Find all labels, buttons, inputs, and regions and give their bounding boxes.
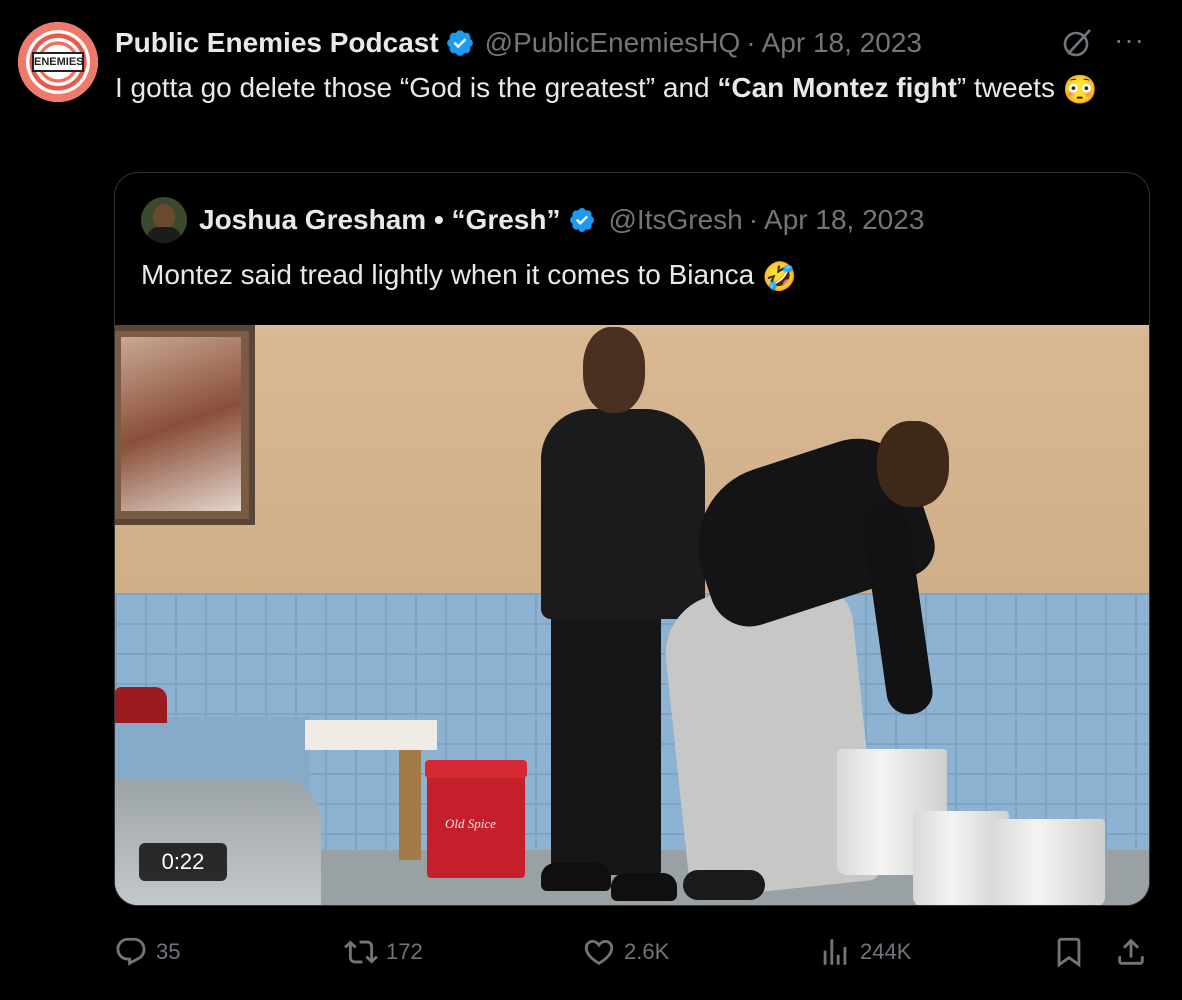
reply-icon — [116, 937, 146, 966]
bookmark-icon — [1057, 937, 1081, 968]
tweet-text-part2: ” tweets — [956, 72, 1063, 103]
analytics-icon — [823, 939, 847, 965]
views-button[interactable]: 244K — [818, 924, 911, 980]
quoted-separator-dot: · — [748, 204, 759, 235]
retweet-count: 172 — [386, 939, 423, 964]
author-handle[interactable]: @PublicEnemiesHQ — [485, 27, 741, 59]
white-bucket — [991, 819, 1105, 905]
reply-button[interactable]: 35 — [114, 924, 180, 980]
avatar-logo: ENEMIES — [32, 52, 84, 72]
author-name[interactable]: Public Enemies Podcast — [115, 27, 439, 59]
tweet-header: Public Enemies Podcast @PublicEnemiesHQ … — [115, 26, 922, 60]
quoted-text-body: Montez said tread lightly when it comes … — [141, 259, 762, 290]
view-count: 244K — [860, 939, 912, 964]
cooler-logo: Old Spice — [445, 816, 496, 831]
bench — [305, 720, 437, 860]
quoted-tweet-header: Joshua Gresham • “Gresh” @ItsGresh · Apr… — [199, 203, 924, 237]
separator-dot: · — [746, 27, 756, 58]
video-player[interactable]: Old Spice 0:22 — [115, 325, 1149, 905]
share-icon — [1118, 938, 1144, 965]
retweet-button[interactable]: 172 — [344, 924, 423, 980]
share-button[interactable] — [1114, 924, 1148, 980]
grok-icon[interactable] — [1060, 26, 1094, 60]
red-cooler: Old Spice — [425, 760, 527, 878]
like-button[interactable]: 2.6K — [582, 924, 669, 980]
tweet-date[interactable]: Apr 18, 2023 — [762, 27, 922, 59]
heart-icon — [584, 939, 614, 965]
flushed-face-emoji: 😳 — [1062, 73, 1098, 105]
quoted-tweet-date[interactable]: Apr 18, 2023 — [764, 204, 924, 236]
video-duration-badge: 0:22 — [139, 843, 227, 881]
quoted-author-name[interactable]: Joshua Gresham • “Gresh” — [199, 204, 560, 236]
quoted-verified-badge-icon[interactable] — [568, 206, 596, 234]
bookmark-button[interactable] — [1052, 924, 1086, 980]
tweet-text: I gotta go delete those “God is the grea… — [115, 68, 1105, 110]
tweet-text-part1: I gotta go delete those “God is the grea… — [115, 72, 718, 103]
author-avatar[interactable]: ENEMIES — [18, 22, 98, 102]
more-options-icon[interactable]: ··· — [1114, 26, 1148, 58]
standing-man — [541, 409, 705, 619]
quoted-tweet-card[interactable]: Joshua Gresham • “Gresh” @ItsGresh · Apr… — [114, 172, 1150, 906]
quoted-author-avatar[interactable] — [141, 197, 187, 243]
quoted-tweet-text: Montez said tread lightly when it comes … — [141, 255, 797, 297]
retweet-icon — [344, 940, 378, 964]
tweet-text-bold: “Can Montez fight — [717, 72, 957, 103]
reply-count: 35 — [156, 939, 181, 964]
like-count: 2.6K — [624, 939, 670, 964]
action-bar: 35 172 2.6K 244K — [0, 924, 1182, 980]
verified-badge-icon[interactable] — [445, 28, 475, 58]
rolling-laughing-emoji: 🤣 — [761, 260, 797, 292]
wall-painting — [115, 325, 255, 525]
quoted-author-handle[interactable]: @ItsGresh — [608, 204, 742, 236]
